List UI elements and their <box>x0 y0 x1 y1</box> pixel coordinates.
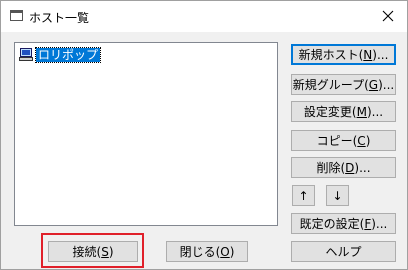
access-key: F <box>364 216 372 231</box>
button-label-suffix: )... <box>372 47 389 62</box>
button-label-suffix: ) <box>229 244 235 259</box>
button-label: 削除( <box>316 161 346 175</box>
host-item-label: ロリポップ <box>34 46 102 63</box>
host-list-dialog: ホスト一覧 ロリポップ 新規ホスト(N)... 新規グループ(G)... 設定変… <box>0 0 408 270</box>
button-label-suffix: )... <box>378 77 395 92</box>
button-label: 既定の設定( <box>299 217 365 231</box>
title-bar[interactable]: ホスト一覧 <box>1 1 407 32</box>
button-label: 閉じる( <box>179 245 221 259</box>
button-label: 新規ホスト( <box>298 48 364 62</box>
close-button[interactable]: 閉じる(O) <box>166 241 248 262</box>
move-up-button[interactable]: ↑ <box>292 185 315 206</box>
button-label: コピー( <box>316 134 358 148</box>
copy-button[interactable]: コピー(C) <box>291 130 396 151</box>
list-item[interactable]: ロリポップ <box>19 46 102 63</box>
access-key: D <box>345 160 355 175</box>
arrow-up-icon: ↑ <box>298 188 309 203</box>
new-group-button[interactable]: 新規グループ(G)... <box>291 74 396 95</box>
help-button[interactable]: ヘルプ <box>291 241 396 262</box>
host-listbox[interactable]: ロリポップ <box>14 42 278 226</box>
access-key: O <box>220 244 230 259</box>
computer-icon <box>19 48 33 61</box>
button-label-suffix: ) <box>365 133 371 148</box>
access-key: N <box>363 47 373 62</box>
arrow-down-icon: ↓ <box>332 188 343 203</box>
button-label: ヘルプ <box>325 245 362 259</box>
delete-button[interactable]: 削除(D)... <box>291 157 396 178</box>
access-key: M <box>356 104 367 119</box>
close-icon[interactable] <box>377 6 399 26</box>
default-settings-button[interactable]: 既定の設定(F)... <box>291 213 396 234</box>
access-key: C <box>357 133 366 148</box>
button-label: 新規グループ( <box>292 78 369 92</box>
annotation-highlight-box <box>41 233 144 268</box>
button-label-suffix: )... <box>366 104 384 119</box>
button-label-suffix: )... <box>354 160 371 175</box>
window-app-icon <box>10 10 23 21</box>
button-label-suffix: )... <box>371 216 388 231</box>
access-key: G <box>368 77 379 92</box>
window-title: ホスト一覧 <box>29 11 90 25</box>
button-label: 設定変更( <box>303 105 357 119</box>
new-host-button[interactable]: 新規ホスト(N)... <box>291 44 396 65</box>
move-down-button[interactable]: ↓ <box>326 185 349 206</box>
change-settings-button[interactable]: 設定変更(M)... <box>291 101 396 122</box>
